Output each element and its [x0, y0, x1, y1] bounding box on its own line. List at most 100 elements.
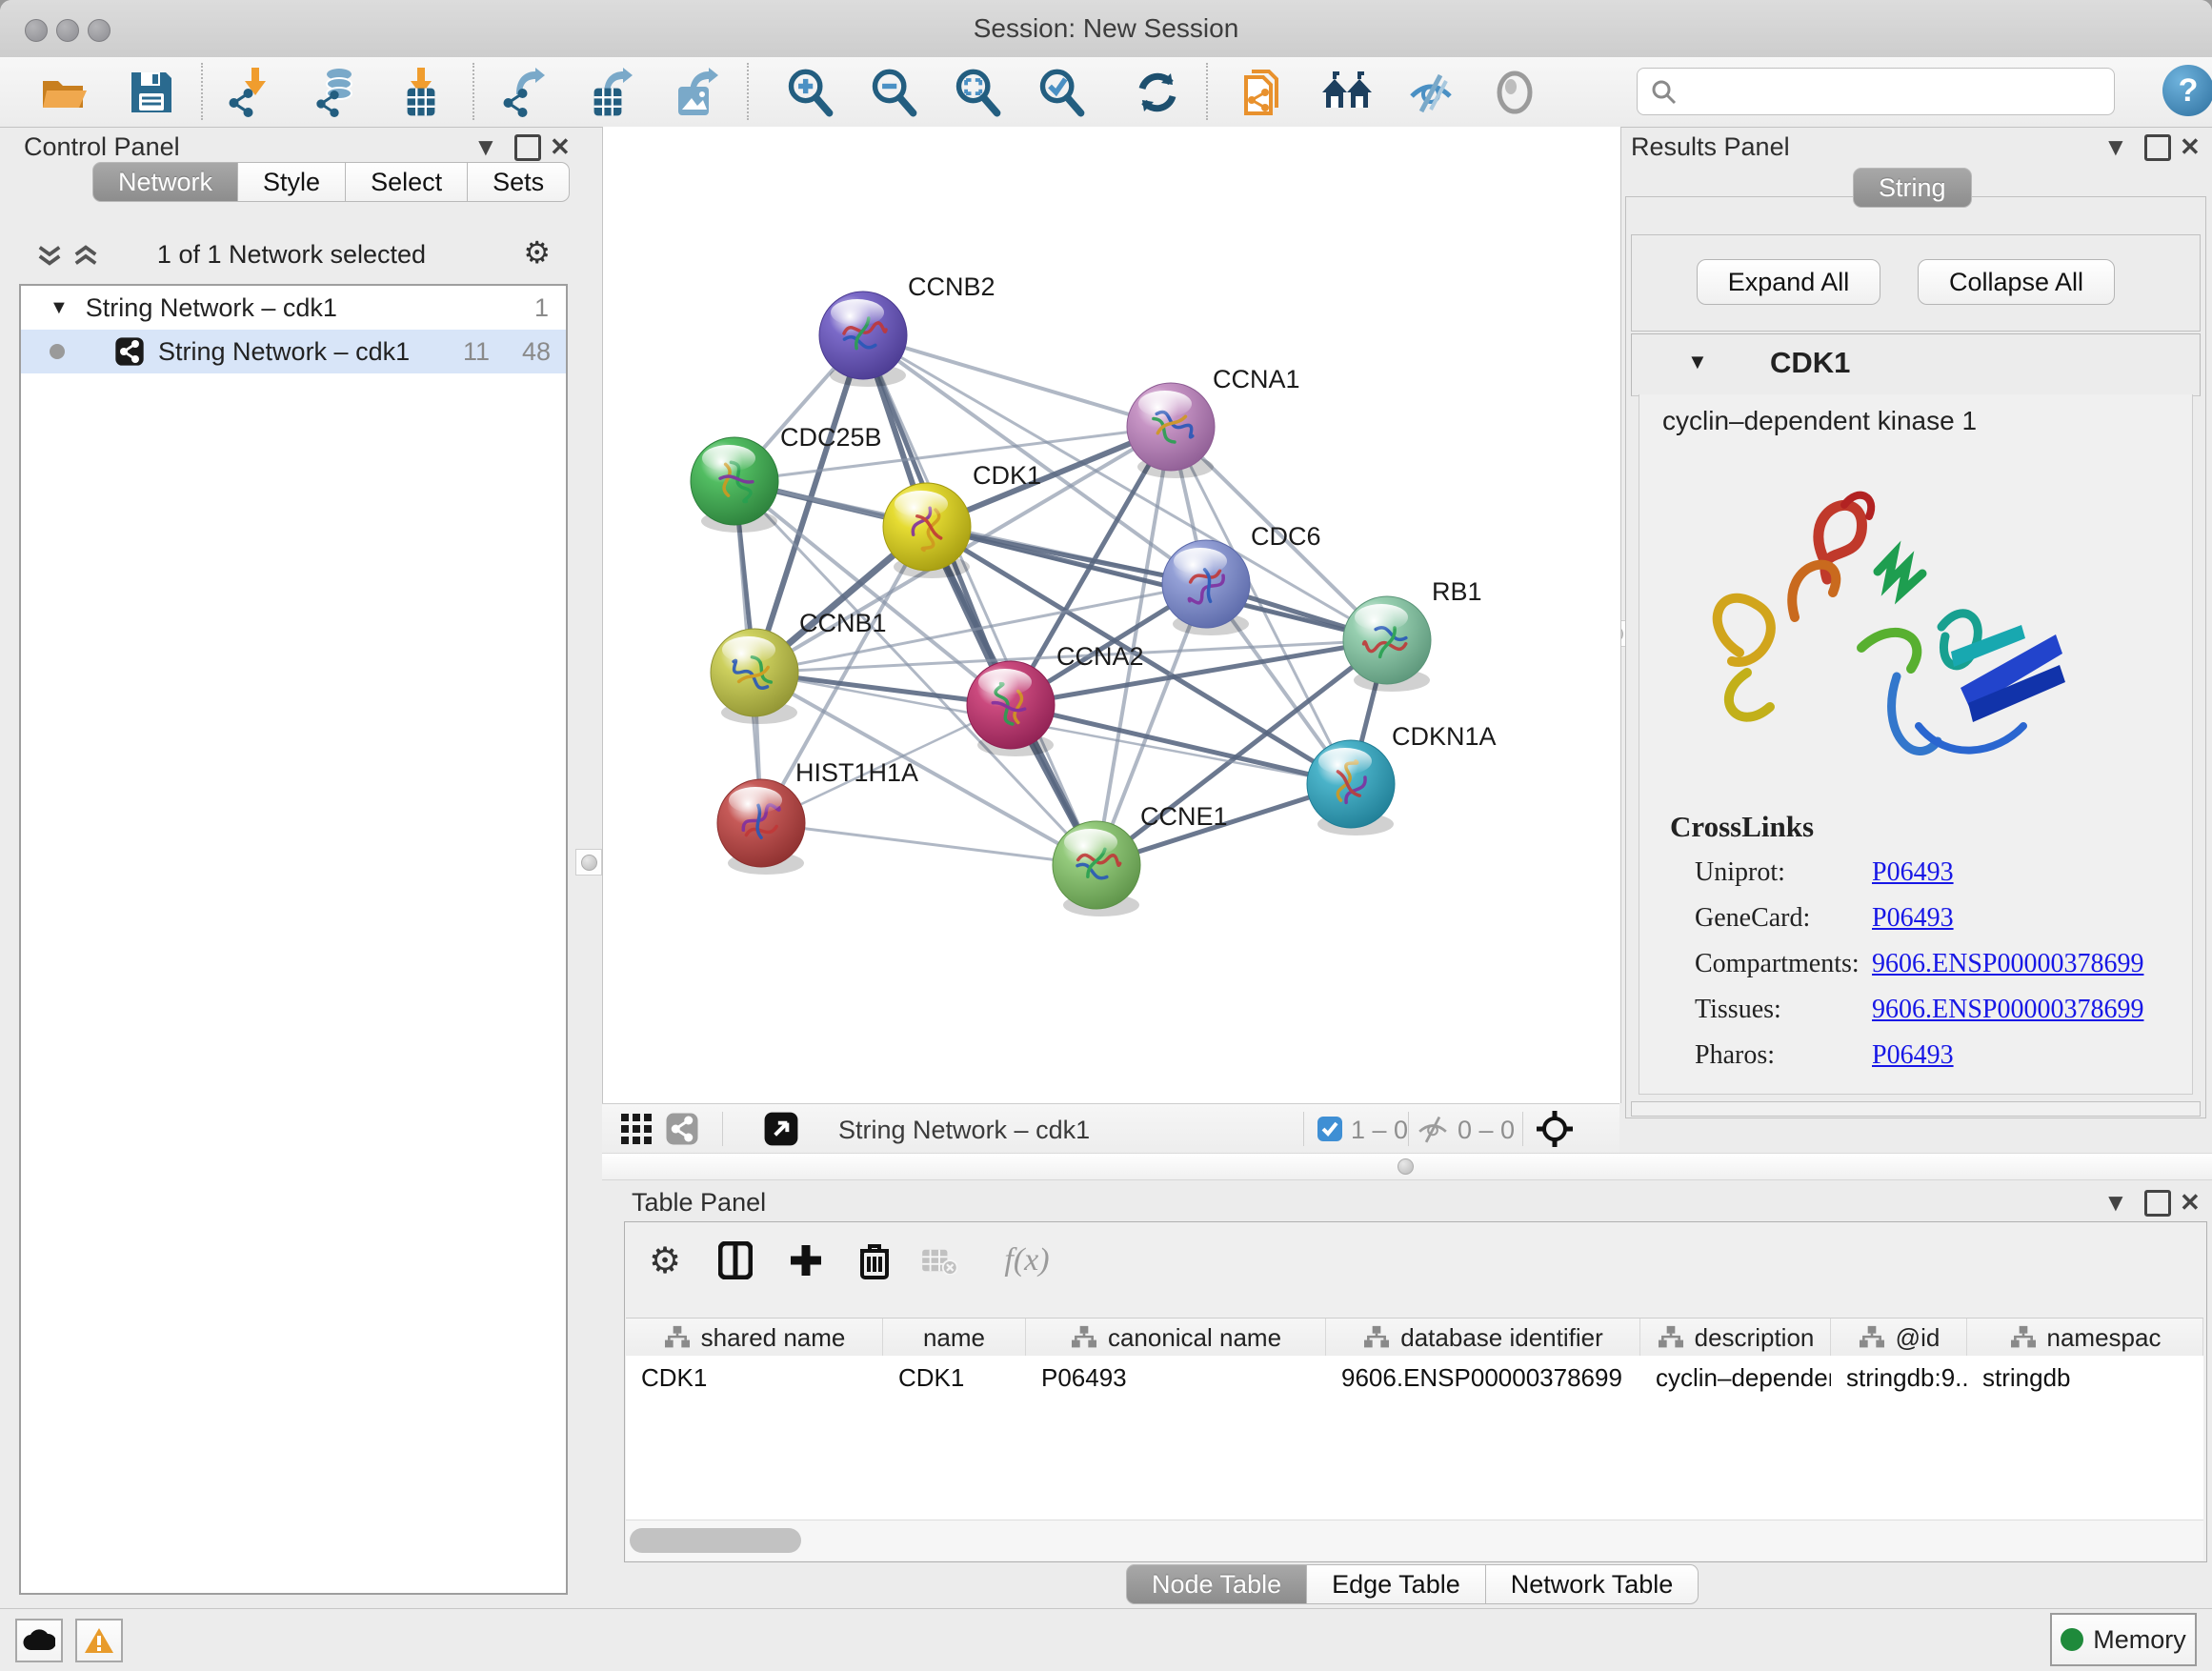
- network-canvas[interactable]: CCNB2CCNA1CDC25BCDK1CDC6RB1CCNB1CCNA2CDK…: [602, 127, 1621, 1103]
- tab-network[interactable]: Network: [92, 162, 238, 202]
- search-input[interactable]: [1637, 68, 2115, 115]
- table-cell[interactable]: cyclin–dependent ...: [1640, 1356, 1831, 1520]
- first-neighbors-button[interactable]: [1236, 65, 1291, 120]
- export-image-button[interactable]: [668, 65, 723, 120]
- zoom-selected-button[interactable]: [1034, 65, 1089, 120]
- control-panel-close-icon[interactable]: ✕: [550, 132, 571, 161]
- table-cell[interactable]: CDK1: [883, 1356, 1026, 1520]
- zoom-in-button[interactable]: [782, 65, 837, 120]
- network-options-gear-icon[interactable]: ⚙: [523, 234, 551, 271]
- network-graph[interactable]: CCNB2CCNA1CDC25BCDK1CDC6RB1CCNB1CCNA2CDK…: [603, 127, 1620, 1103]
- column-header-description[interactable]: description: [1640, 1319, 1831, 1357]
- network-node-ccnb1[interactable]: [711, 629, 798, 724]
- zoom-out-button[interactable]: [866, 65, 921, 120]
- table-cell[interactable]: CDK1: [626, 1356, 883, 1520]
- tab-edge-table[interactable]: Edge Table: [1307, 1564, 1486, 1604]
- show-columns-button[interactable]: [713, 1238, 758, 1283]
- crosslink-link[interactable]: 9606.ENSP00000378699: [1872, 995, 2143, 1025]
- warning-status-button[interactable]: [75, 1619, 123, 1662]
- expand-all-icon[interactable]: [72, 242, 99, 269]
- table-cell[interactable]: P06493: [1026, 1356, 1326, 1520]
- control-panel-menu-icon[interactable]: ▼: [473, 132, 498, 161]
- import-network-database-button[interactable]: [308, 65, 363, 120]
- export-network-button[interactable]: [496, 65, 552, 120]
- network-node-hist1h1a[interactable]: [717, 779, 805, 875]
- open-session-button[interactable]: [36, 65, 91, 120]
- tab-string[interactable]: String: [1853, 168, 1972, 208]
- network-node-cdk1[interactable]: [883, 483, 971, 578]
- tab-node-table[interactable]: Node Table: [1126, 1564, 1307, 1604]
- crosslink-link[interactable]: P06493: [1872, 903, 1954, 934]
- hide-graphics-details-button[interactable]: [1403, 65, 1458, 120]
- delete-table-button[interactable]: [916, 1238, 962, 1283]
- splitter-dot[interactable]: [1398, 1158, 1414, 1175]
- network-node-rb1[interactable]: [1343, 596, 1431, 692]
- grid-view-icon[interactable]: [617, 1110, 655, 1148]
- home-button[interactable]: [1319, 65, 1375, 120]
- network-edge[interactable]: [1011, 705, 1351, 784]
- delete-column-button[interactable]: [852, 1238, 897, 1283]
- table-cell[interactable]: stringdb:9...: [1831, 1356, 1967, 1520]
- collapse-all-button[interactable]: Collapse All: [1918, 259, 2115, 305]
- network-node-cdc25b[interactable]: [691, 437, 778, 533]
- network-share-toggle-icon[interactable]: [663, 1110, 701, 1148]
- memory-button[interactable]: Memory: [2050, 1613, 2197, 1666]
- zoom-fit-button[interactable]: [950, 65, 1005, 120]
- network-node-ccnb2[interactable]: [819, 292, 907, 387]
- section-expander-icon[interactable]: ▼: [1687, 350, 1708, 374]
- network-edge[interactable]: [863, 335, 1171, 427]
- network-node-ccna1[interactable]: [1127, 383, 1215, 478]
- update-network-button[interactable]: [1130, 65, 1185, 120]
- export-table-button[interactable]: [582, 65, 637, 120]
- table-cell[interactable]: stringdb: [1967, 1356, 2203, 1520]
- table-settings-button[interactable]: ⚙: [642, 1238, 688, 1283]
- gene-section-header[interactable]: ▼ CDK1: [1631, 333, 2201, 396]
- network-node-ccna2[interactable]: [967, 661, 1055, 756]
- scrollbar-thumb[interactable]: [630, 1528, 801, 1553]
- crosslink-link[interactable]: 9606.ENSP00000378699: [1872, 949, 2143, 979]
- cloud-status-button[interactable]: [15, 1619, 63, 1662]
- horizontal-splitter[interactable]: [602, 1153, 2212, 1180]
- tab-sets[interactable]: Sets: [468, 162, 570, 202]
- results-panel-menu-icon[interactable]: ▼: [2103, 132, 2128, 161]
- column-header-shared-name[interactable]: shared name: [626, 1319, 883, 1357]
- crosslink-link[interactable]: P06493: [1872, 1040, 1954, 1071]
- expand-all-button[interactable]: Expand All: [1697, 259, 1880, 305]
- table-panel-float-icon[interactable]: [2144, 1190, 2171, 1217]
- tree-expander-icon[interactable]: ▼: [50, 297, 69, 319]
- network-collection-row[interactable]: ▼ String Network – cdk1 1: [21, 286, 566, 330]
- table-horizontal-scrollbar[interactable]: [626, 1520, 2203, 1560]
- column-header--id[interactable]: @id: [1831, 1319, 1967, 1357]
- save-session-button[interactable]: [124, 65, 179, 120]
- add-column-button[interactable]: [783, 1238, 829, 1283]
- column-header-database-identifier[interactable]: database identifier: [1326, 1319, 1640, 1357]
- network-node-ccne1[interactable]: [1053, 821, 1140, 916]
- import-network-file-button[interactable]: [222, 65, 277, 120]
- results-panel-close-icon[interactable]: ✕: [2180, 132, 2201, 161]
- help-button[interactable]: ?: [2162, 65, 2212, 116]
- show-graphics-details-button[interactable]: [1487, 65, 1542, 120]
- network-row[interactable]: String Network – cdk1 11 48: [21, 330, 566, 373]
- results-panel-float-icon[interactable]: [2144, 134, 2171, 161]
- column-header-canonical-name[interactable]: canonical name: [1026, 1319, 1326, 1357]
- column-header-namespac[interactable]: namespac: [1967, 1319, 2203, 1357]
- table-row[interactable]: CDK1CDK1P064939606.ENSP00000378699cyclin…: [626, 1356, 2203, 1520]
- control-panel-float-icon[interactable]: [514, 134, 541, 161]
- tab-style[interactable]: Style: [238, 162, 346, 202]
- tab-select[interactable]: Select: [346, 162, 468, 202]
- table-cell[interactable]: 9606.ENSP00000378699: [1326, 1356, 1640, 1520]
- fit-selection-crosshair-icon[interactable]: [1536, 1110, 1574, 1148]
- left-splitter-handle[interactable]: [575, 849, 602, 876]
- table-panel-close-icon[interactable]: ✕: [2180, 1188, 2201, 1217]
- network-edge[interactable]: [761, 823, 1096, 865]
- collapse-all-icon[interactable]: [36, 242, 63, 269]
- apply-function-button[interactable]: f(x): [989, 1238, 1065, 1283]
- birdseye-view-icon[interactable]: [762, 1110, 800, 1148]
- selected-checkbox-icon[interactable]: [1311, 1110, 1349, 1148]
- tab-network-table[interactable]: Network Table: [1486, 1564, 1699, 1604]
- column-header-name[interactable]: name: [883, 1319, 1026, 1357]
- table-panel-menu-icon[interactable]: ▼: [2103, 1188, 2128, 1217]
- network-node-cdkn1a[interactable]: [1307, 740, 1395, 836]
- crosslink-link[interactable]: P06493: [1872, 857, 1954, 888]
- import-table-file-button[interactable]: [393, 65, 449, 120]
